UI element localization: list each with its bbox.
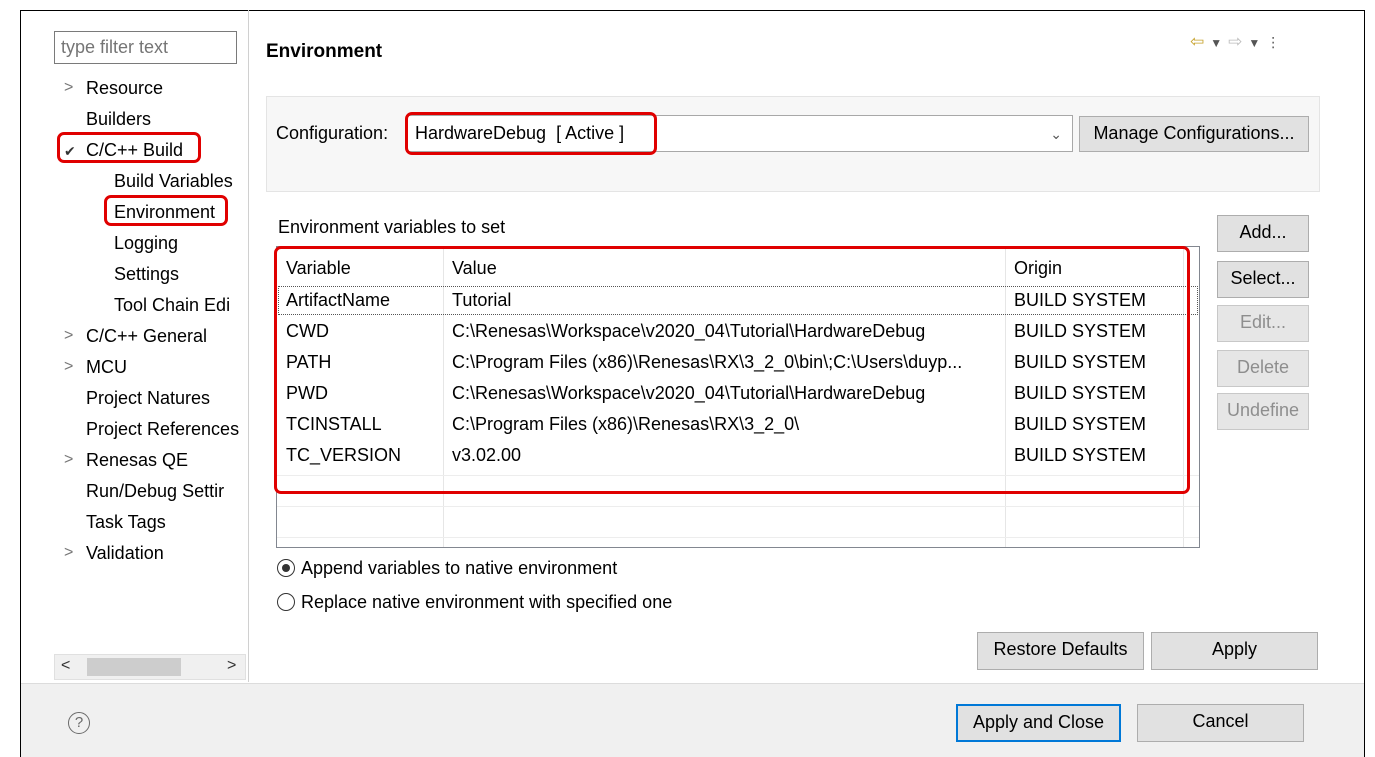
filter-input[interactable] bbox=[54, 31, 237, 64]
highlight-variables-table bbox=[274, 246, 1190, 494]
help-icon[interactable]: ? bbox=[68, 712, 90, 734]
select-button[interactable]: Select... bbox=[1217, 261, 1309, 298]
forward-menu-icon[interactable]: ▼ bbox=[1248, 36, 1266, 50]
tree-item-project-references[interactable]: Project References bbox=[86, 418, 239, 440]
configuration-label: Configuration: bbox=[276, 123, 389, 143]
tree-item-resource[interactable]: > Resource bbox=[60, 77, 163, 99]
tree-item-tool-chain-editor[interactable]: Tool Chain Edi bbox=[114, 294, 230, 316]
view-menu-icon[interactable]: ⋮ bbox=[1266, 34, 1286, 50]
chevron-right-icon[interactable]: > bbox=[64, 449, 73, 471]
restore-defaults-button[interactable]: Restore Defaults bbox=[977, 632, 1144, 670]
chevron-right-icon[interactable]: > bbox=[64, 356, 73, 378]
radio-append-option[interactable]: Append variables to native environment bbox=[277, 558, 617, 579]
forward-arrow-icon[interactable]: ⇨ bbox=[1228, 32, 1248, 51]
radio-selected-icon[interactable] bbox=[277, 559, 295, 577]
cancel-button[interactable]: Cancel bbox=[1137, 704, 1304, 742]
delete-button[interactable]: Delete bbox=[1217, 350, 1309, 387]
back-menu-icon[interactable]: ▼ bbox=[1210, 36, 1228, 50]
apply-and-close-button[interactable]: Apply and Close bbox=[956, 704, 1121, 742]
tree-item-project-natures[interactable]: Project Natures bbox=[86, 387, 210, 409]
tree-item-settings[interactable]: Settings bbox=[114, 263, 179, 285]
tree-item-cpp-general[interactable]: > C/C++ General bbox=[60, 325, 207, 347]
highlight-configuration bbox=[405, 112, 657, 155]
scroll-left-icon[interactable]: < bbox=[61, 657, 70, 675]
tree-item-mcu[interactable]: > MCU bbox=[60, 356, 127, 378]
radio-replace-option[interactable]: Replace native environment with specifie… bbox=[277, 592, 672, 613]
tree-item-renesas-qe[interactable]: > Renesas QE bbox=[60, 449, 188, 471]
undefine-button[interactable]: Undefine bbox=[1217, 393, 1309, 430]
history-navigation: ⇦▼⇨▼⋮ bbox=[1190, 32, 1286, 52]
chevron-right-icon[interactable]: > bbox=[64, 325, 73, 347]
scroll-right-icon[interactable]: > bbox=[227, 657, 236, 675]
chevron-down-icon[interactable]: ⌄ bbox=[1050, 122, 1062, 146]
highlight-cpp-build bbox=[57, 132, 201, 163]
chevron-right-icon[interactable]: > bbox=[64, 542, 73, 564]
sidebar-horizontal-scrollbar[interactable]: < > bbox=[54, 654, 246, 680]
radio-unselected-icon[interactable] bbox=[277, 593, 295, 611]
highlight-environment-item bbox=[104, 195, 228, 226]
tree-item-run-debug-settings[interactable]: Run/Debug Settir bbox=[86, 480, 224, 502]
page-title: Environment bbox=[266, 41, 383, 62]
tree-item-builders[interactable]: Builders bbox=[86, 108, 151, 130]
add-button[interactable]: Add... bbox=[1217, 215, 1309, 252]
tree-item-validation[interactable]: > Validation bbox=[60, 542, 164, 564]
pane-divider[interactable] bbox=[248, 10, 249, 682]
manage-configurations-button[interactable]: Manage Configurations... bbox=[1079, 116, 1309, 152]
tree-item-task-tags[interactable]: Task Tags bbox=[86, 511, 166, 533]
scrollbar-thumb[interactable] bbox=[87, 658, 181, 676]
tree-item-logging[interactable]: Logging bbox=[114, 232, 178, 254]
chevron-right-icon[interactable]: > bbox=[64, 77, 73, 99]
tree-item-build-variables[interactable]: Build Variables bbox=[114, 170, 233, 192]
back-arrow-icon[interactable]: ⇦ bbox=[1190, 32, 1210, 51]
table-caption: Environment variables to set bbox=[278, 217, 506, 237]
edit-button[interactable]: Edit... bbox=[1217, 305, 1309, 342]
apply-button[interactable]: Apply bbox=[1151, 632, 1318, 670]
